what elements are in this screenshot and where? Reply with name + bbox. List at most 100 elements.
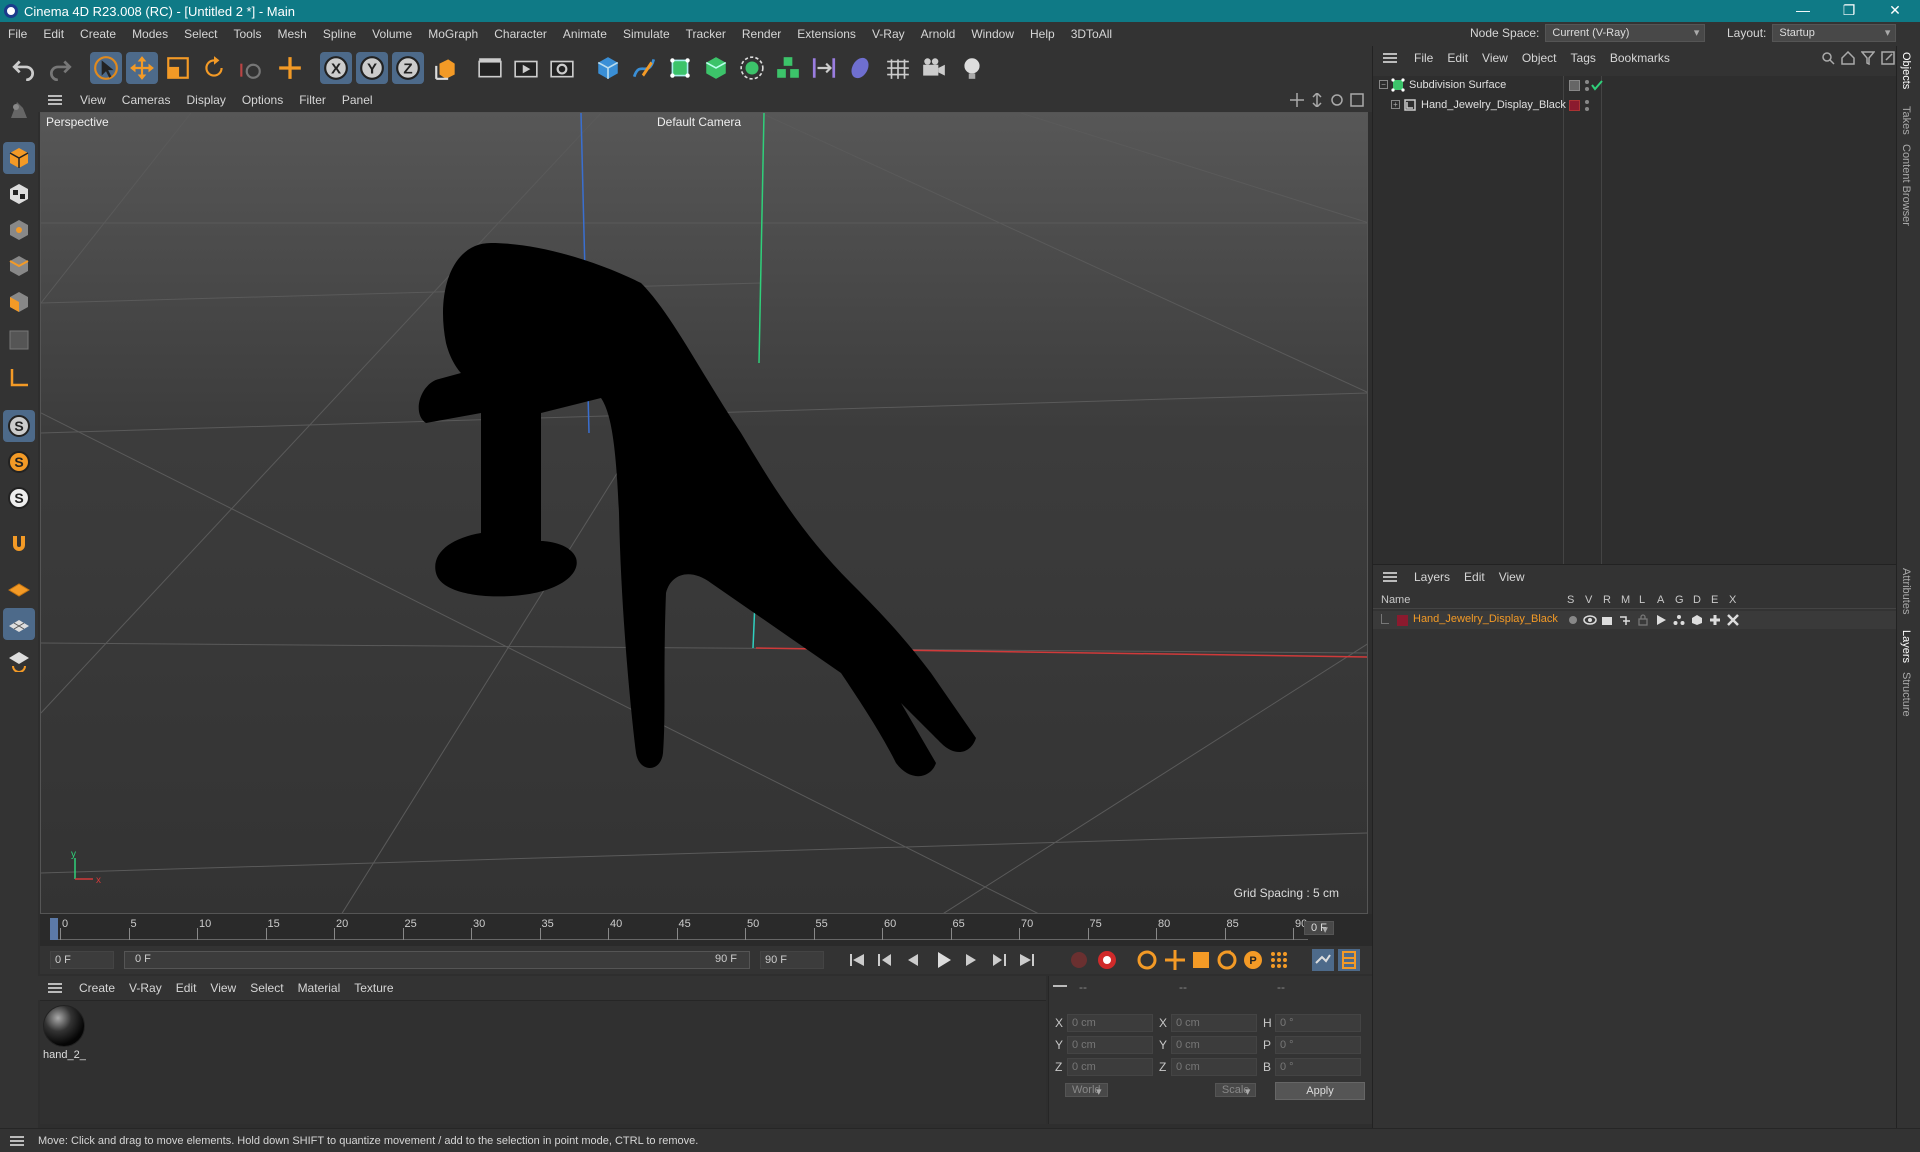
layer-animation-play-icon[interactable] — [1655, 614, 1667, 626]
material-menu-edit[interactable]: Edit — [169, 981, 204, 995]
tab-objects[interactable]: Objects — [1900, 52, 1912, 89]
keyframe-selection-icon[interactable] — [1136, 949, 1158, 971]
size-x-field[interactable]: 0 cm — [1171, 1014, 1257, 1032]
workplane-button[interactable] — [3, 572, 35, 604]
home-icon[interactable] — [1841, 51, 1855, 65]
object-menu-view[interactable]: View — [1475, 51, 1515, 65]
layer-col-s[interactable]: S — [1567, 594, 1574, 606]
menu-tools[interactable]: Tools — [225, 27, 269, 41]
layer-col-g[interactable]: G — [1675, 594, 1684, 606]
extrude-button[interactable] — [700, 52, 732, 84]
menu-mesh[interactable]: Mesh — [269, 27, 314, 41]
rotate-tool-button[interactable] — [198, 52, 230, 84]
next-key-icon[interactable] — [988, 950, 1010, 970]
layer-color-swatch[interactable] — [1397, 615, 1408, 626]
edges-mode-button[interactable] — [3, 250, 35, 282]
sound-scrub-icon[interactable] — [1312, 949, 1334, 971]
viewport-menu-cameras[interactable]: Cameras — [114, 93, 179, 107]
menu-vray[interactable]: V-Ray — [864, 27, 913, 41]
subdivision-surface-button[interactable] — [664, 52, 696, 84]
object-row-hand-jewelry[interactable]: + Hand_Jewelry_Display_Black — [1373, 96, 1897, 116]
live-selection-button[interactable] — [90, 52, 122, 84]
layer-lock-icon[interactable] — [1637, 614, 1649, 626]
layer-menu-edit[interactable]: Edit — [1457, 570, 1492, 584]
close-button[interactable]: ✕ — [1872, 0, 1918, 22]
solo-button[interactable]: S — [3, 410, 35, 442]
layer-col-r[interactable]: R — [1603, 594, 1611, 606]
menu-create[interactable]: Create — [72, 27, 124, 41]
search-icon[interactable] — [1821, 51, 1835, 65]
mograph-cubes-button[interactable] — [772, 52, 804, 84]
coordinate-space-dropdown[interactable]: World — [1065, 1083, 1108, 1097]
layer-menu-layers[interactable]: Layers — [1407, 570, 1457, 584]
point-level-key-icon[interactable] — [1268, 949, 1290, 971]
record-disabled-icon[interactable] — [1068, 949, 1090, 971]
camera-button[interactable] — [918, 52, 950, 84]
tab-attributes[interactable]: Attributes — [1900, 568, 1912, 614]
start-frame-field[interactable]: 0 F — [50, 951, 114, 969]
menu-help[interactable]: Help — [1022, 27, 1063, 41]
move-tool-button[interactable] — [126, 52, 158, 84]
viewport-menu-panel[interactable]: Panel — [334, 93, 381, 107]
layer-row[interactable]: Hand_Jewelry_Display_Black — [1373, 611, 1897, 629]
tab-takes[interactable]: Takes — [1900, 106, 1912, 135]
snap-button[interactable] — [3, 528, 35, 560]
size-z-field[interactable]: 0 cm — [1171, 1058, 1257, 1076]
x-axis-lock-button[interactable]: X — [320, 52, 352, 84]
end-frame-field[interactable]: 90 F — [760, 951, 824, 969]
tab-structure[interactable]: Structure — [1900, 672, 1912, 717]
material-swatch[interactable]: hand_2_ — [43, 1005, 87, 1063]
node-space-dropdown[interactable]: Current (V-Ray) — [1545, 24, 1706, 42]
cube-button[interactable] — [592, 52, 624, 84]
expand-toggle-icon[interactable]: − — [1379, 80, 1388, 89]
transform-add-button[interactable] — [274, 52, 306, 84]
layer-name[interactable]: Hand_Jewelry_Display_Black — [1413, 613, 1558, 625]
size-y-field[interactable]: 0 cm — [1171, 1036, 1257, 1054]
menu-extensions[interactable]: Extensions — [789, 27, 864, 41]
apply-button[interactable]: Apply — [1275, 1082, 1365, 1100]
layer-solo-icon[interactable] — [1567, 614, 1579, 626]
menu-volume[interactable]: Volume — [364, 27, 420, 41]
layer-deformers-icon[interactable] — [1691, 614, 1703, 626]
visibility-dots-icon[interactable] — [1583, 99, 1591, 113]
material-menu-material[interactable]: Material — [291, 981, 348, 995]
material-menu-create[interactable]: Create — [72, 981, 122, 995]
menu-animate[interactable]: Animate — [555, 27, 615, 41]
previous-key-icon[interactable] — [874, 950, 896, 970]
tab-content-browser[interactable]: Content Browser — [1900, 144, 1912, 226]
layer-render-clapboard-icon[interactable] — [1601, 614, 1613, 626]
material-menu-select[interactable]: Select — [243, 981, 290, 995]
viewport-menu-filter[interactable]: Filter — [291, 93, 334, 107]
autokey-record-icon[interactable] — [1096, 949, 1118, 971]
current-frame-field[interactable]: 0 F — [1304, 921, 1334, 935]
preview-range-slider[interactable]: 0 F 90 F — [124, 951, 750, 969]
pan-view-icon[interactable] — [1290, 93, 1304, 107]
menu-3dtoall[interactable]: 3DToAll — [1063, 27, 1120, 41]
field-button[interactable] — [844, 52, 876, 84]
recent-tool-button[interactable] — [234, 52, 266, 84]
layer-col-l[interactable]: L — [1639, 594, 1645, 606]
tab-layers[interactable]: Layers — [1900, 630, 1912, 663]
layer-xref-icon[interactable] — [1727, 614, 1739, 626]
layer-col-v[interactable]: V — [1585, 594, 1592, 606]
model-mode-button[interactable] — [3, 142, 35, 174]
layer-col-e[interactable]: E — [1711, 594, 1718, 606]
texture-mode-button[interactable] — [3, 178, 35, 210]
rotation-p-field[interactable]: 0 ° — [1275, 1036, 1361, 1054]
rotation-h-field[interactable]: 0 ° — [1275, 1014, 1361, 1032]
viewport-hamburger-icon[interactable] — [48, 95, 62, 105]
enabled-check-icon[interactable] — [1591, 79, 1603, 91]
deformer-button[interactable] — [808, 52, 840, 84]
menu-select[interactable]: Select — [176, 27, 225, 41]
timeline-playhead[interactable] — [50, 918, 58, 940]
parameter-key-icon[interactable]: P — [1242, 949, 1264, 971]
expand-toggle-icon[interactable]: + — [1391, 100, 1400, 109]
cloner-button[interactable] — [736, 52, 768, 84]
layer-visible-eye-icon[interactable] — [1583, 614, 1597, 626]
material-menu-vray[interactable]: V-Ray — [122, 981, 169, 995]
menu-mograph[interactable]: MoGraph — [420, 27, 486, 41]
layout-dropdown[interactable]: Startup — [1772, 24, 1897, 42]
restore-button[interactable]: ❐ — [1826, 0, 1872, 22]
rotation-key-icon[interactable] — [1216, 949, 1238, 971]
redo-button[interactable] — [44, 52, 76, 84]
